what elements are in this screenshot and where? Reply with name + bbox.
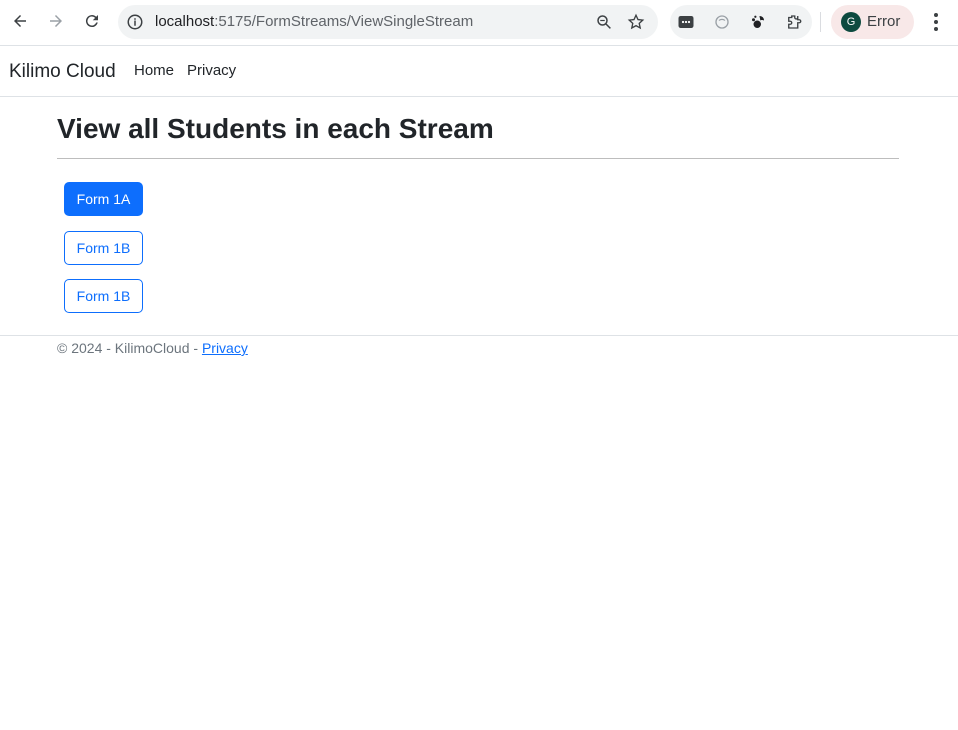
forward-button[interactable] (44, 9, 68, 33)
brand-link[interactable]: Kilimo Cloud (9, 61, 116, 83)
arrow-right-icon (50, 15, 62, 27)
extension-gnome-icon[interactable] (749, 13, 767, 31)
copyright-text: © 2024 - KilimoCloud - (57, 340, 202, 356)
back-button[interactable] (8, 9, 32, 33)
reload-icon (85, 15, 98, 28)
stream-button-form-1b-2[interactable]: Form 1B (64, 279, 143, 313)
footer-text: © 2024 - KilimoCloud - Privacy (57, 339, 248, 357)
extension-dots-icon[interactable] (677, 13, 695, 31)
puzzle-icon[interactable] (785, 13, 803, 31)
star-icon[interactable] (627, 13, 645, 31)
stream-button-form-1a[interactable]: Form 1A (64, 182, 143, 216)
info-icon[interactable] (126, 13, 144, 31)
kebab-menu-icon[interactable] (926, 11, 946, 33)
reload-button[interactable] (80, 9, 104, 33)
url-path: :5175/FormStreams/ViewSingleStream (214, 13, 474, 30)
profile-status-label: Error (867, 13, 901, 30)
toolbar-separator (820, 12, 821, 32)
extensions-bar (670, 5, 812, 39)
stream-button-form-1b[interactable]: Form 1B (64, 231, 143, 265)
browser-toolbar: localhost:5175/FormStreams/ViewSingleStr… (0, 0, 958, 44)
nav-link-privacy[interactable]: Privacy (187, 62, 236, 80)
extension-blob-icon[interactable] (713, 13, 731, 31)
site-navbar: Kilimo Cloud Home Privacy (0, 45, 958, 97)
footer-privacy-link[interactable]: Privacy (202, 340, 248, 356)
avatar: G (841, 12, 861, 32)
profile-button[interactable]: G Error (831, 5, 914, 39)
divider (57, 158, 899, 159)
address-bar[interactable]: localhost:5175/FormStreams/ViewSingleStr… (118, 5, 658, 39)
footer: © 2024 - KilimoCloud - Privacy (0, 335, 958, 365)
url-host: localhost (155, 13, 215, 30)
nav-link-home[interactable]: Home (134, 62, 174, 80)
zoom-icon[interactable] (595, 13, 613, 31)
arrow-left-icon (14, 15, 26, 27)
page-title: View all Students in each Stream (57, 113, 494, 144)
url-text[interactable]: localhost:5175/FormStreams/ViewSingleStr… (155, 13, 473, 31)
